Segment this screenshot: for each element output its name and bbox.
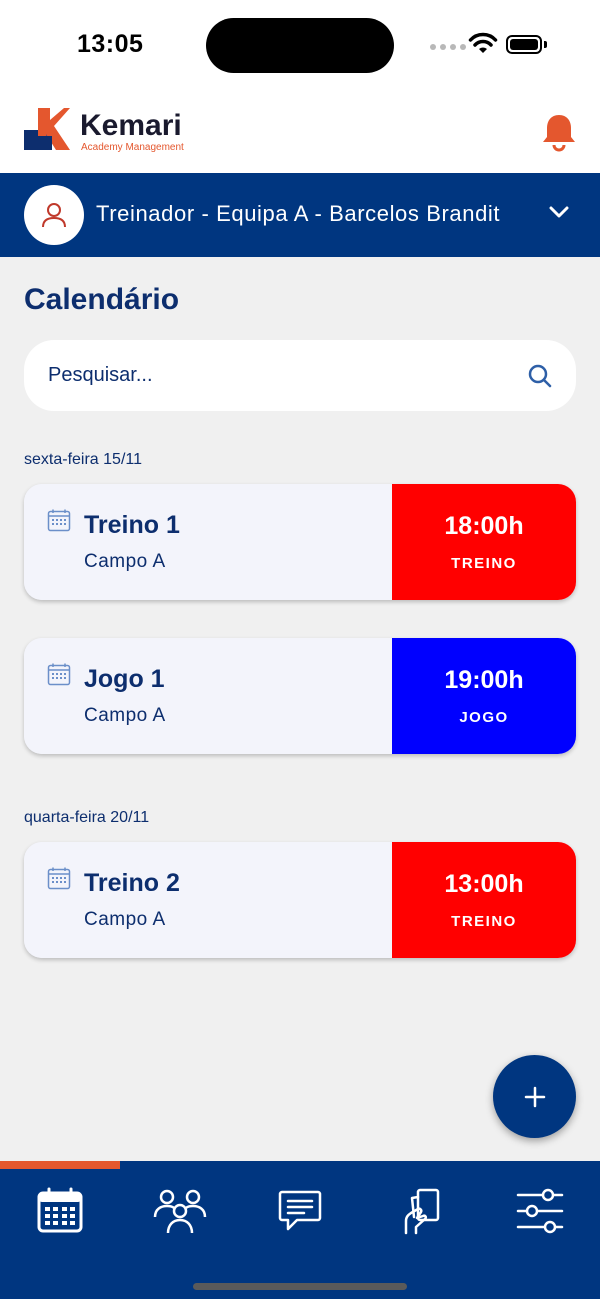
active-tab-indicator <box>0 1161 120 1169</box>
calendar-icon <box>47 509 71 532</box>
settings-sliders-icon <box>516 1188 564 1234</box>
page-title: Calendário <box>24 283 180 316</box>
event-card[interactable]: Jogo 1 Campo A 19:00h JOGO <box>24 638 576 754</box>
app-header: Kemari Academy Management <box>0 90 600 173</box>
chevron-down-icon[interactable] <box>549 205 569 219</box>
wifi-icon <box>468 32 498 53</box>
battery-icon <box>506 35 542 54</box>
team-selector-label[interactable]: Treinador - Equipa A - Barcelos Brandit <box>96 201 500 227</box>
search-icon[interactable] <box>527 363 553 389</box>
event-place: Campo A <box>84 909 166 930</box>
event-type-badge: JOGO <box>459 709 509 726</box>
event-time: 13:00h <box>444 870 524 898</box>
kemari-logo-icon <box>24 108 70 150</box>
logo-subtitle: Academy Management <box>81 142 184 153</box>
event-time-block: 19:00h JOGO <box>392 638 576 754</box>
cellular-signal-icon <box>430 44 466 50</box>
team-selector[interactable]: Treinador - Equipa A - Barcelos Brandit <box>0 173 600 257</box>
calendar-icon <box>47 663 71 686</box>
status-bar: 13:05 <box>0 0 600 90</box>
nav-team[interactable] <box>120 1181 240 1241</box>
event-place: Campo A <box>84 551 166 572</box>
event-title: Treino 1 <box>84 511 180 539</box>
event-title: Jogo 1 <box>84 665 165 693</box>
chat-icon <box>278 1190 322 1231</box>
avatar[interactable] <box>24 185 84 245</box>
calendar-icon <box>47 867 71 890</box>
search-input[interactable] <box>48 340 518 411</box>
team-icon <box>153 1189 207 1234</box>
search-bar[interactable] <box>24 340 576 411</box>
event-type-badge: TREINO <box>451 555 517 572</box>
event-time: 19:00h <box>444 666 524 694</box>
event-place: Campo A <box>84 705 166 726</box>
calendar-icon <box>37 1187 83 1233</box>
bottom-nav <box>0 1161 600 1299</box>
cards-icon <box>404 1188 440 1235</box>
nav-calendar[interactable] <box>0 1181 120 1241</box>
day-header: sexta-feira 15/11 <box>24 451 142 468</box>
nav-chat[interactable] <box>240 1181 360 1241</box>
logo-name: Kemari <box>80 109 182 142</box>
event-time-block: 18:00h TREINO <box>392 484 576 600</box>
add-event-button[interactable] <box>493 1055 576 1138</box>
event-type-badge: TREINO <box>451 913 517 930</box>
notification-bell-icon[interactable] <box>540 112 578 152</box>
home-indicator[interactable] <box>193 1283 407 1290</box>
day-header: quarta-feira 20/11 <box>24 809 150 826</box>
status-time: 13:05 <box>77 30 144 58</box>
event-card[interactable]: Treino 2 Campo A 13:00h TREINO <box>24 842 576 958</box>
event-time: 18:00h <box>444 512 524 540</box>
plus-icon <box>524 1086 545 1107</box>
event-card[interactable]: Treino 1 Campo A 18:00h TREINO <box>24 484 576 600</box>
user-icon <box>42 203 66 228</box>
nav-cards[interactable] <box>360 1181 480 1241</box>
dynamic-island <box>206 18 394 73</box>
event-title: Treino 2 <box>84 869 180 897</box>
event-time-block: 13:00h TREINO <box>392 842 576 958</box>
nav-settings[interactable] <box>480 1181 600 1241</box>
